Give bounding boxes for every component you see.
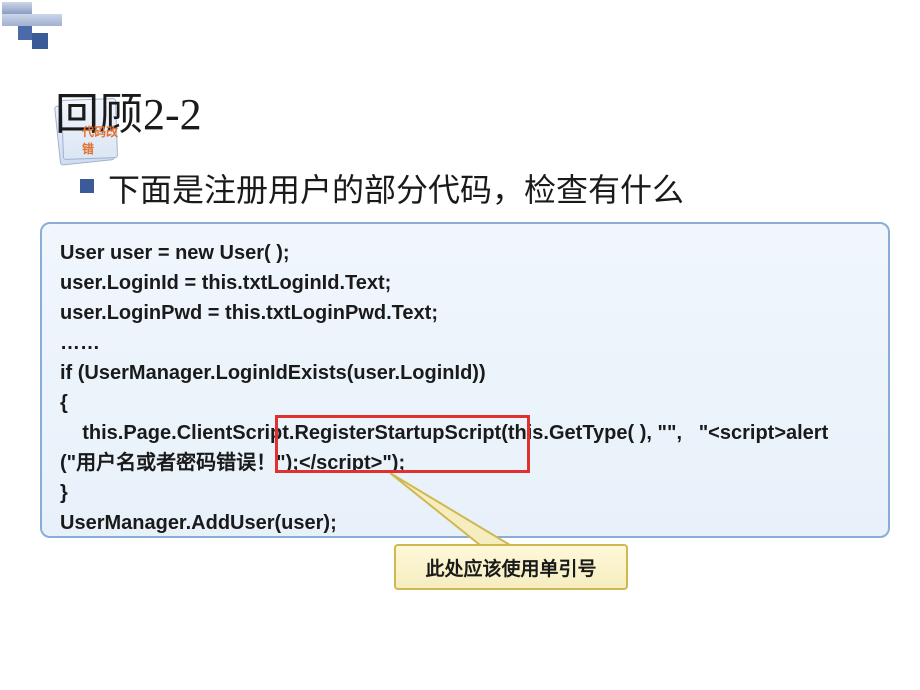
body-text: 下面是注册用户的部分代码，检查有什么 <box>108 168 684 213</box>
code-line: User user = new User( ); <box>60 242 290 264</box>
code-line: UserManager.AddUser(user); <box>60 512 337 534</box>
header-decoration <box>0 0 120 50</box>
slide-title: 回顾2-2 <box>55 78 202 142</box>
bullet-square <box>80 179 94 193</box>
highlight-red-box <box>275 415 530 473</box>
code-line: user.LoginPwd = this.txtLoginPwd.Text; <box>60 302 438 324</box>
code-line: } <box>60 482 68 504</box>
note-icon-label: 代码改错 <box>82 123 122 157</box>
code-line: { <box>60 392 68 414</box>
code-line: user.LoginId = this.txtLoginId.Text; <box>60 272 391 294</box>
callout-box: 此处应该使用单引号 <box>394 544 628 590</box>
code-line: if (UserManager.LoginIdExists(user.Login… <box>60 362 486 384</box>
callout-text: 此处应该使用单引号 <box>425 554 596 581</box>
code-line: …… <box>60 332 100 354</box>
